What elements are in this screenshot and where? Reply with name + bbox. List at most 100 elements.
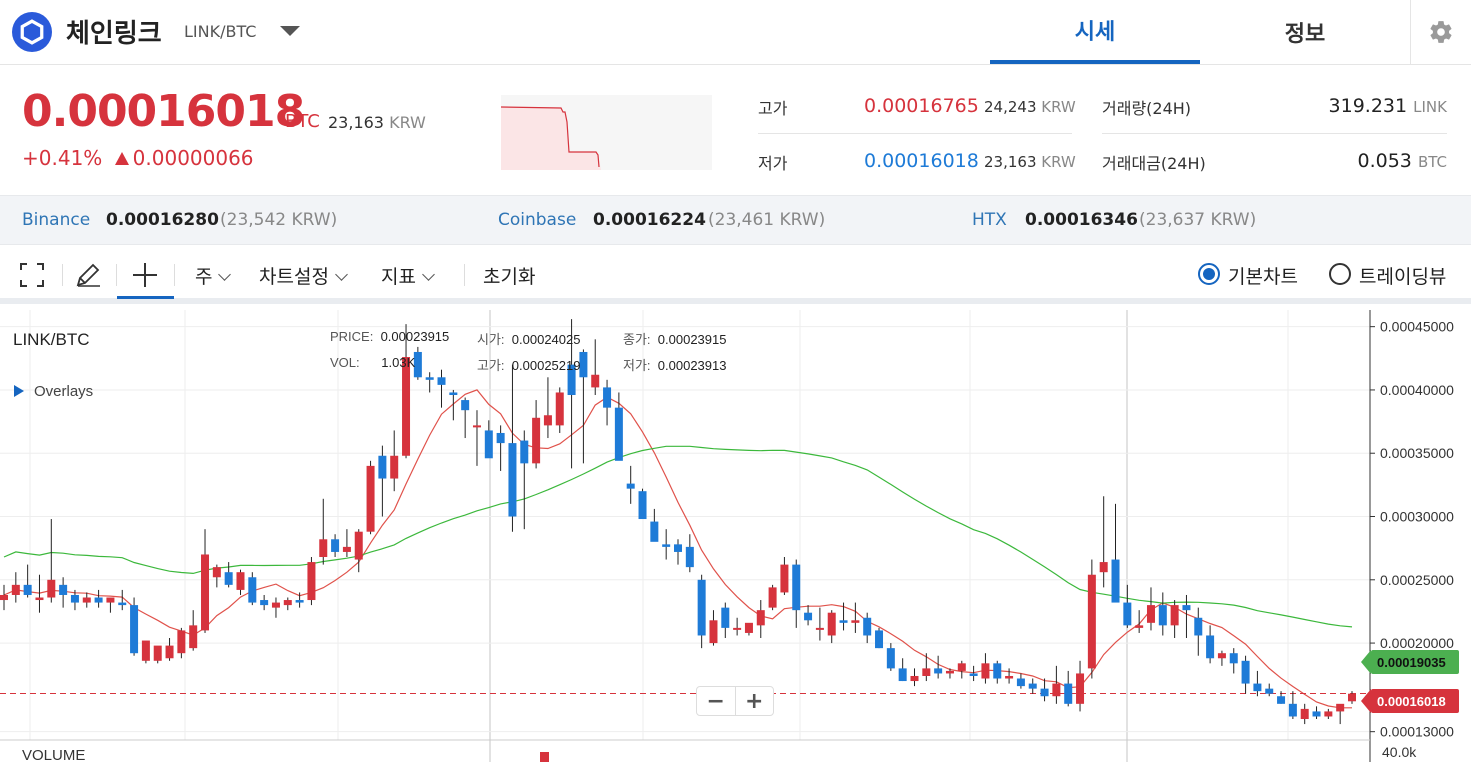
y-tick-label: 0.00020000: [1380, 635, 1454, 651]
ohlc-open: 시가: 0.00024025: [477, 329, 580, 348]
candle-body: [283, 600, 292, 606]
candle-body: [437, 377, 446, 385]
candle-body: [354, 531, 363, 560]
toolbar-separator: [174, 264, 175, 286]
candle-body: [59, 584, 68, 595]
toolbar-separator: [464, 264, 465, 286]
zoom-out-button[interactable]: −: [697, 687, 736, 715]
candle-body: [827, 612, 836, 636]
chart-settings-label: 차트설정: [259, 266, 329, 288]
amount-24h-unit: BTC: [1417, 153, 1447, 171]
chevron-down-icon: [218, 268, 232, 281]
chart-settings-menu[interactable]: 차트설정: [259, 262, 348, 289]
candle-body: [1076, 673, 1085, 704]
stat-divider: [1102, 133, 1447, 134]
candle-body: [1288, 703, 1297, 717]
candle-body: [1229, 653, 1238, 664]
candle-body: [756, 610, 765, 626]
candle-body: [201, 554, 210, 631]
candle-body: [390, 455, 399, 479]
candle-body: [532, 417, 541, 464]
candle-body: [1064, 683, 1073, 704]
exchange-price: 0.00016224: [593, 210, 706, 230]
candle-body: [118, 602, 127, 606]
candle-body: [212, 567, 221, 578]
candle-body: [1265, 688, 1274, 694]
low-value: 0.00016018: [864, 150, 979, 172]
exchange-name[interactable]: HTX: [972, 210, 1007, 230]
ohlc-close-value: 0.00023915: [657, 332, 727, 347]
price-change: +0.41% 0.00000066: [22, 146, 254, 170]
ohlc-low-key: 저가:: [623, 358, 651, 373]
tab-market[interactable]: 시세: [990, 0, 1200, 64]
exchange-name[interactable]: Binance: [22, 210, 90, 230]
candle-body: [425, 377, 434, 380]
basic-chart-radio[interactable]: [1198, 263, 1220, 285]
coin-dropdown-caret-icon[interactable]: [280, 26, 300, 36]
candle-body: [945, 670, 954, 674]
candle-body: [402, 357, 411, 456]
chart-toolbar: 주 차트설정 지표 초기화 기본차트 트레이딩뷰: [0, 246, 1471, 304]
indicators-menu[interactable]: 지표: [381, 262, 435, 289]
candle-body: [993, 663, 1002, 679]
reset-button[interactable]: 초기화: [483, 262, 535, 289]
candle-body: [35, 597, 44, 601]
interval-menu[interactable]: 주: [195, 262, 232, 289]
tab-info[interactable]: 정보: [1200, 0, 1410, 64]
ohlc-low: 저가: 0.00023913: [623, 355, 726, 374]
tradingview-radio[interactable]: [1329, 263, 1351, 285]
candle-body: [875, 630, 884, 649]
crosshair-icon[interactable]: [130, 260, 160, 290]
candle-body: [780, 564, 789, 593]
candle-body: [910, 675, 919, 682]
exchange-name[interactable]: Coinbase: [498, 210, 576, 230]
candle-body: [555, 392, 564, 426]
settings-button[interactable]: [1410, 0, 1471, 64]
price-chart[interactable]: 0.00013000 0.00020000 0.00025000 0.00030000…: [0, 310, 1471, 762]
candle-body: [768, 587, 777, 608]
exchange-krw: (23,461 KRW): [708, 210, 826, 230]
ohlc-price-key: PRICE:: [330, 329, 374, 344]
zoom-in-button[interactable]: +: [736, 687, 774, 715]
candle-body: [815, 627, 824, 630]
candle-body: [141, 640, 150, 661]
pencil-icon[interactable]: [73, 260, 103, 290]
price-krw-unit: KRW: [389, 113, 426, 132]
up-triangle-icon: [114, 152, 129, 165]
high-krw-unit: KRW: [1041, 98, 1076, 116]
active-tool-underline: [117, 296, 174, 299]
candle-body: [82, 597, 91, 603]
candle-body: [981, 663, 990, 679]
candle-body: [543, 415, 552, 426]
volume-24h: 319.231 LINK: [1329, 95, 1447, 117]
fullscreen-icon[interactable]: [17, 260, 47, 290]
candle-body: [721, 607, 730, 628]
last-price-tag: 0.00016018: [1361, 689, 1459, 713]
gear-icon: [1430, 21, 1452, 43]
candle-body: [11, 584, 20, 595]
ohlc-open-key: 시가:: [477, 332, 505, 347]
tradingview-label[interactable]: 트레이딩뷰: [1359, 262, 1446, 289]
ohlc-price-value: 0.00023915: [380, 329, 450, 344]
ohlc-high-value: 0.00025219: [511, 358, 581, 373]
exchange-price-bar: Binance 0.00016280 (23,542 KRW) Coinbase…: [0, 195, 1471, 245]
candle-body: [130, 605, 139, 654]
volume-24h-unit: LINK: [1413, 98, 1447, 116]
candle-body: [70, 594, 79, 603]
y-tick-label: 0.00035000: [1380, 445, 1454, 461]
y-tick-label: 0.00045000: [1380, 319, 1454, 335]
price-krw-value: 23,163: [328, 113, 384, 132]
overlays-toggle[interactable]: Overlays: [14, 383, 93, 400]
candle-body: [1099, 562, 1108, 573]
y-tick-label: 0.00030000: [1380, 509, 1454, 525]
candle-body: [94, 597, 103, 603]
y-tick-label: 0.00025000: [1380, 572, 1454, 588]
ohlc-open-value: 0.00024025: [511, 332, 581, 347]
basic-chart-label[interactable]: 기본차트: [1228, 262, 1298, 289]
candle-body: [189, 625, 198, 649]
candle-body: [1111, 559, 1120, 603]
change-percent: +0.41%: [22, 146, 103, 170]
ohlc-low-value: 0.00023913: [657, 358, 727, 373]
candle-body: [1277, 696, 1286, 704]
candle-body: [1206, 635, 1215, 659]
